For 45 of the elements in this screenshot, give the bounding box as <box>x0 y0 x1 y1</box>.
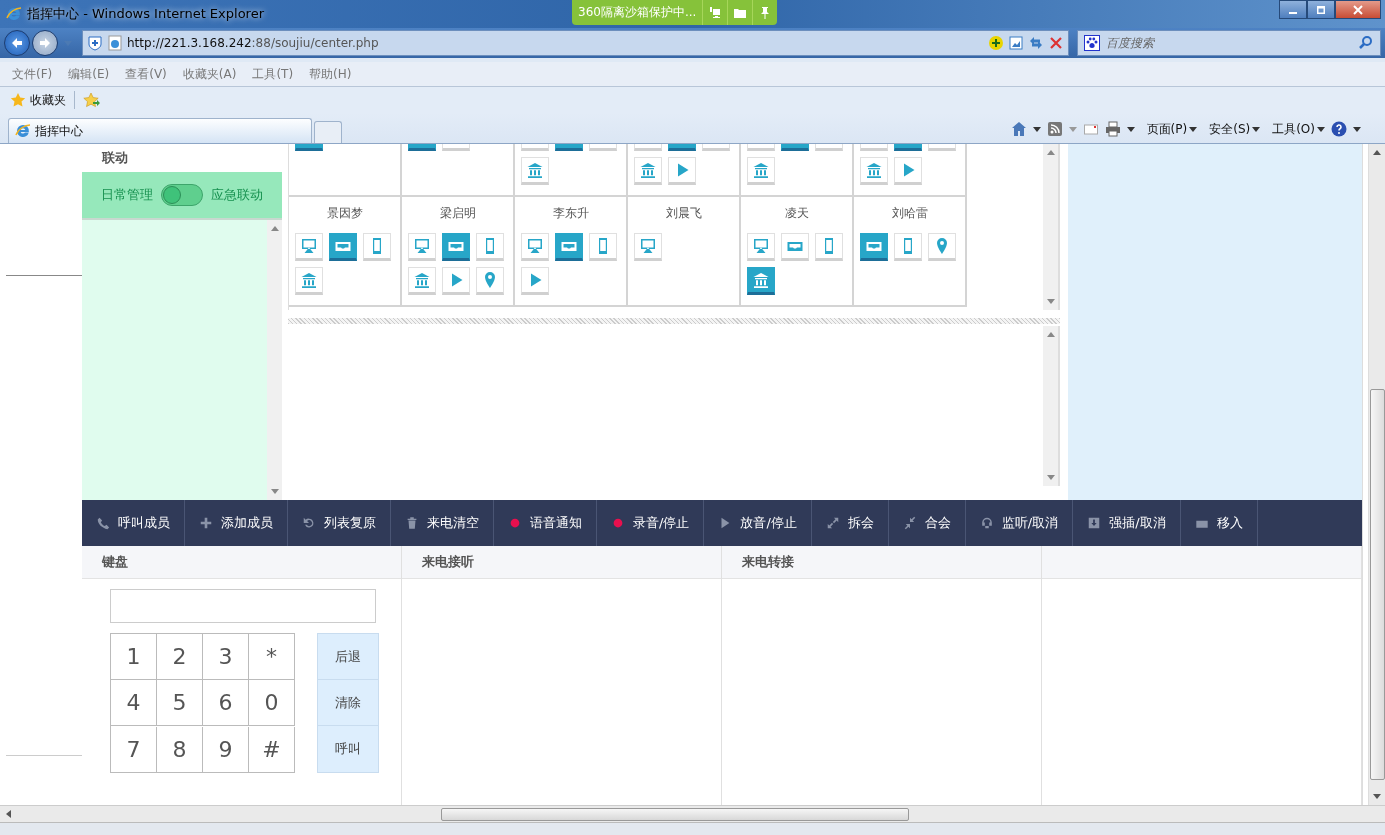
menu-item[interactable]: 收藏夹(A) <box>182 65 237 83</box>
menu-item[interactable]: 文件(F) <box>12 65 53 83</box>
panel-heading: 来电接听 <box>422 554 474 569</box>
command-menu[interactable]: 工具(O) <box>1272 120 1325 138</box>
member-name: 景因梦 <box>325 205 364 221</box>
keypad-key[interactable]: 2 <box>157 634 203 680</box>
keypad-key[interactable]: 0 <box>249 680 295 727</box>
keypad-key[interactable]: * <box>249 634 295 680</box>
menu-item[interactable]: 工具(T) <box>252 65 294 83</box>
menu-item[interactable]: 帮助(H) <box>309 65 352 83</box>
switch-label: 日常管理 <box>101 186 153 204</box>
window-title: 指挥中心 - Windows Internet Explorer <box>27 5 265 23</box>
browser-tab[interactable]: 指挥中心 <box>8 118 312 143</box>
keypad-key[interactable]: 8 <box>157 726 203 773</box>
url-text: http://221.3.168.242:88/soujiu/center.php <box>127 36 379 50</box>
keypad-key[interactable]: 4 <box>111 680 157 727</box>
keypad-key[interactable]: 7 <box>111 726 157 773</box>
member-name: 李东升 <box>551 205 590 221</box>
keypad-key[interactable]: 9 <box>203 726 249 773</box>
favorites-button[interactable]: 收藏夹 <box>10 91 66 109</box>
menu-item[interactable]: 编辑(E) <box>68 65 110 83</box>
search-field[interactable]: 百度搜索 <box>1104 35 1354 51</box>
sandbox-status: 360隔离沙箱保护中... <box>577 4 698 21</box>
panel-heading: 来电转接 <box>742 554 794 569</box>
member-name: 刘晨飞 <box>664 205 703 221</box>
command-menu[interactable]: 页面(P) <box>1146 120 1198 138</box>
member-name: 凌天 <box>783 205 810 221</box>
sidebar-heading: 联动 <box>101 149 129 167</box>
keypad-action-button[interactable]: 呼叫 <box>318 726 378 772</box>
member-name: 刘哈雷 <box>890 205 929 221</box>
keypad-action-button[interactable]: 后退 <box>318 634 378 680</box>
keypad-action-button[interactable]: 清除 <box>318 680 378 726</box>
switch-label: 应急联动 <box>211 186 263 204</box>
menu-item[interactable]: 查看(V) <box>125 65 167 83</box>
search-box[interactable]: 百度搜索 <box>1077 30 1381 56</box>
keypad-key[interactable]: 5 <box>157 680 203 727</box>
keypad-key[interactable]: 1 <box>111 634 157 680</box>
keypad-key[interactable]: 3 <box>203 634 249 680</box>
address-field[interactable]: http://221.3.168.242:88/soujiu/center.php <box>82 30 1069 56</box>
tab-label: 指挥中心 <box>35 122 83 140</box>
panel-heading: 键盘 <box>102 554 128 569</box>
keypad-key[interactable]: 6 <box>203 680 249 727</box>
keypad-key[interactable]: # <box>249 726 295 773</box>
command-menu[interactable]: 安全(S) <box>1209 120 1261 138</box>
member-name: 梁启明 <box>438 205 477 221</box>
